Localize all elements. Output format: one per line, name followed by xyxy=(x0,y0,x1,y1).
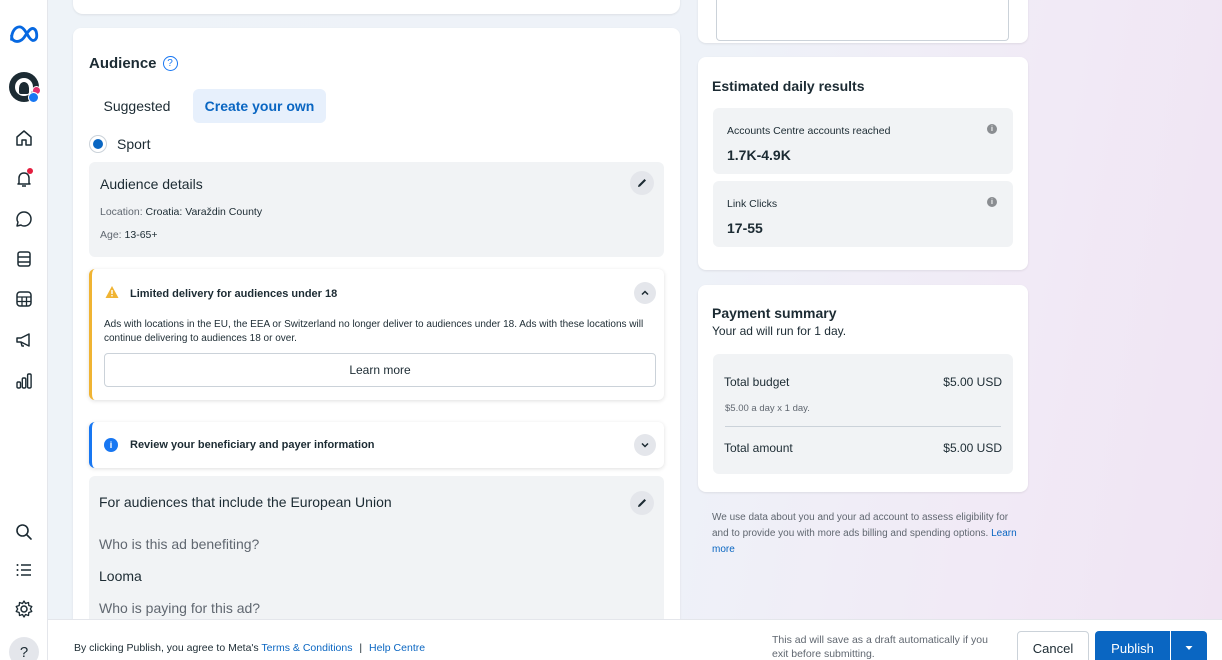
collapse-button[interactable] xyxy=(634,282,656,304)
metric-value: 17-55 xyxy=(727,220,763,236)
info-icon[interactable]: i xyxy=(987,124,997,134)
eu-section-title: For audiences that include the European … xyxy=(99,494,392,510)
help-icon: ? xyxy=(19,643,29,660)
terms-agree-text: By clicking Publish, you agree to Meta's xyxy=(74,642,259,654)
preview-frame xyxy=(716,0,1009,41)
audience-card: Audience ? Suggested Create your own Spo… xyxy=(73,28,680,660)
estimated-results-card: Estimated daily results Accounts Centre … xyxy=(698,57,1028,270)
caret-down-icon xyxy=(1185,646,1193,650)
menu-list-icon[interactable] xyxy=(12,558,36,582)
previous-section-card xyxy=(73,0,680,14)
content-icon[interactable] xyxy=(12,247,36,271)
beneficiary-answer: Looma xyxy=(99,568,142,584)
tab-create-your-own[interactable]: Create your own xyxy=(193,89,326,123)
footer-bar: By clicking Publish, you agree to Meta's… xyxy=(48,619,1222,660)
planner-icon[interactable] xyxy=(12,287,36,311)
total-budget-label: Total budget xyxy=(724,375,790,389)
audience-details-box: Audience details Location: Croatia: Vara… xyxy=(89,162,664,257)
notifications-icon[interactable] xyxy=(12,167,36,191)
location-line: Location: Croatia: Varaždin County xyxy=(100,206,262,218)
audience-option-sport[interactable]: Sport xyxy=(89,135,150,153)
facebook-badge-icon xyxy=(28,92,39,103)
info-icon[interactable]: i xyxy=(987,197,997,207)
ads-megaphone-icon[interactable] xyxy=(12,328,36,352)
terms-link[interactable]: Terms & Conditions xyxy=(261,642,352,654)
limited-delivery-body: Ads with locations in the EU, the EEA or… xyxy=(104,319,644,344)
age-label: Age: xyxy=(100,229,122,241)
payment-summary-card: Payment summary Your ad will run for 1 d… xyxy=(698,285,1028,492)
expand-button[interactable] xyxy=(634,434,656,456)
billing-disclaimer: We use data about you and your ad accoun… xyxy=(712,510,1017,558)
metric-label: Link Clicks xyxy=(727,198,778,210)
beneficiary-alert[interactable]: i Review your beneficiary and payer info… xyxy=(89,422,664,468)
limited-delivery-alert: Limited delivery for audiences under 18 … xyxy=(89,269,664,400)
chevron-down-icon xyxy=(641,442,649,448)
age-line: Age: 13-65+ xyxy=(100,229,158,241)
left-sidebar: ? xyxy=(0,0,48,660)
messages-icon[interactable] xyxy=(12,207,36,231)
total-amount-value: $5.00 USD xyxy=(943,441,1002,455)
question-mark-icon[interactable]: ? xyxy=(162,56,178,71)
disclaimer-text: We use data about you and your ad accoun… xyxy=(712,512,1009,539)
audience-details-title: Audience details xyxy=(100,176,203,192)
payment-duration: Your ad will run for 1 day. xyxy=(712,324,847,338)
help-centre-link[interactable]: Help Centre xyxy=(369,642,425,654)
budget-detail: $5.00 a day x 1 day. xyxy=(725,403,810,414)
metric-link-clicks: Link Clicks 17-55 i xyxy=(713,181,1013,247)
info-icon: i xyxy=(104,438,118,452)
estimated-results-title: Estimated daily results xyxy=(712,78,865,94)
payment-breakdown: Total budget $5.00 USD $5.00 a day x 1 d… xyxy=(713,354,1013,474)
edit-eu-info-button[interactable] xyxy=(630,491,654,515)
metric-label: Accounts Centre accounts reached xyxy=(727,125,891,137)
publish-button[interactable]: Publish xyxy=(1095,631,1170,660)
total-amount-label: Total amount xyxy=(724,441,793,455)
audience-option-label: Sport xyxy=(117,136,151,152)
cancel-button[interactable]: Cancel xyxy=(1017,631,1089,660)
location-value: Croatia: Varaždin County xyxy=(145,206,263,218)
account-avatar[interactable] xyxy=(9,72,41,103)
draft-note: This ad will save as a draft automatical… xyxy=(772,634,988,660)
pencil-icon xyxy=(638,499,646,507)
total-budget-row: Total budget $5.00 USD xyxy=(724,375,1002,389)
beneficiary-alert-title: Review your beneficiary and payer inform… xyxy=(130,439,375,451)
warning-icon xyxy=(105,286,119,298)
pencil-icon xyxy=(638,179,646,187)
total-amount-row: Total amount $5.00 USD xyxy=(724,441,1002,455)
total-budget-value: $5.00 USD xyxy=(943,375,1002,389)
insights-icon[interactable] xyxy=(12,369,36,393)
metric-value: 1.7K-4.9K xyxy=(727,147,791,163)
payer-question: Who is paying for this ad? xyxy=(99,600,261,616)
help-button[interactable]: ? xyxy=(9,637,39,660)
learn-more-button[interactable]: Learn more xyxy=(104,353,656,387)
payment-summary-title: Payment summary xyxy=(712,305,837,321)
metric-accounts-reached: Accounts Centre accounts reached 1.7K-4.… xyxy=(713,108,1013,174)
notification-badge xyxy=(27,168,33,174)
settings-icon[interactable] xyxy=(12,597,36,621)
audience-heading: Audience ? xyxy=(89,55,178,72)
location-label: Location: xyxy=(100,206,143,218)
terms-notice: By clicking Publish, you agree to Meta's… xyxy=(74,642,425,654)
limited-delivery-title: Limited delivery for audiences under 18 xyxy=(130,288,338,300)
preview-card-stub xyxy=(698,0,1028,43)
audience-title: Audience xyxy=(89,55,157,72)
publish-options-button[interactable] xyxy=(1171,631,1207,660)
divider xyxy=(725,426,1001,427)
meta-logo-icon[interactable] xyxy=(8,22,40,46)
beneficiary-question: Who is this ad benefiting? xyxy=(99,536,260,552)
age-value: 13-65+ xyxy=(124,229,158,241)
tab-suggested[interactable]: Suggested xyxy=(91,89,183,123)
footer-separator: | xyxy=(359,642,363,654)
radio-button-selected[interactable] xyxy=(89,135,107,153)
edit-audience-button[interactable] xyxy=(630,171,654,195)
home-icon[interactable] xyxy=(12,126,36,150)
search-icon[interactable] xyxy=(12,520,36,544)
chevron-up-icon xyxy=(641,290,649,296)
